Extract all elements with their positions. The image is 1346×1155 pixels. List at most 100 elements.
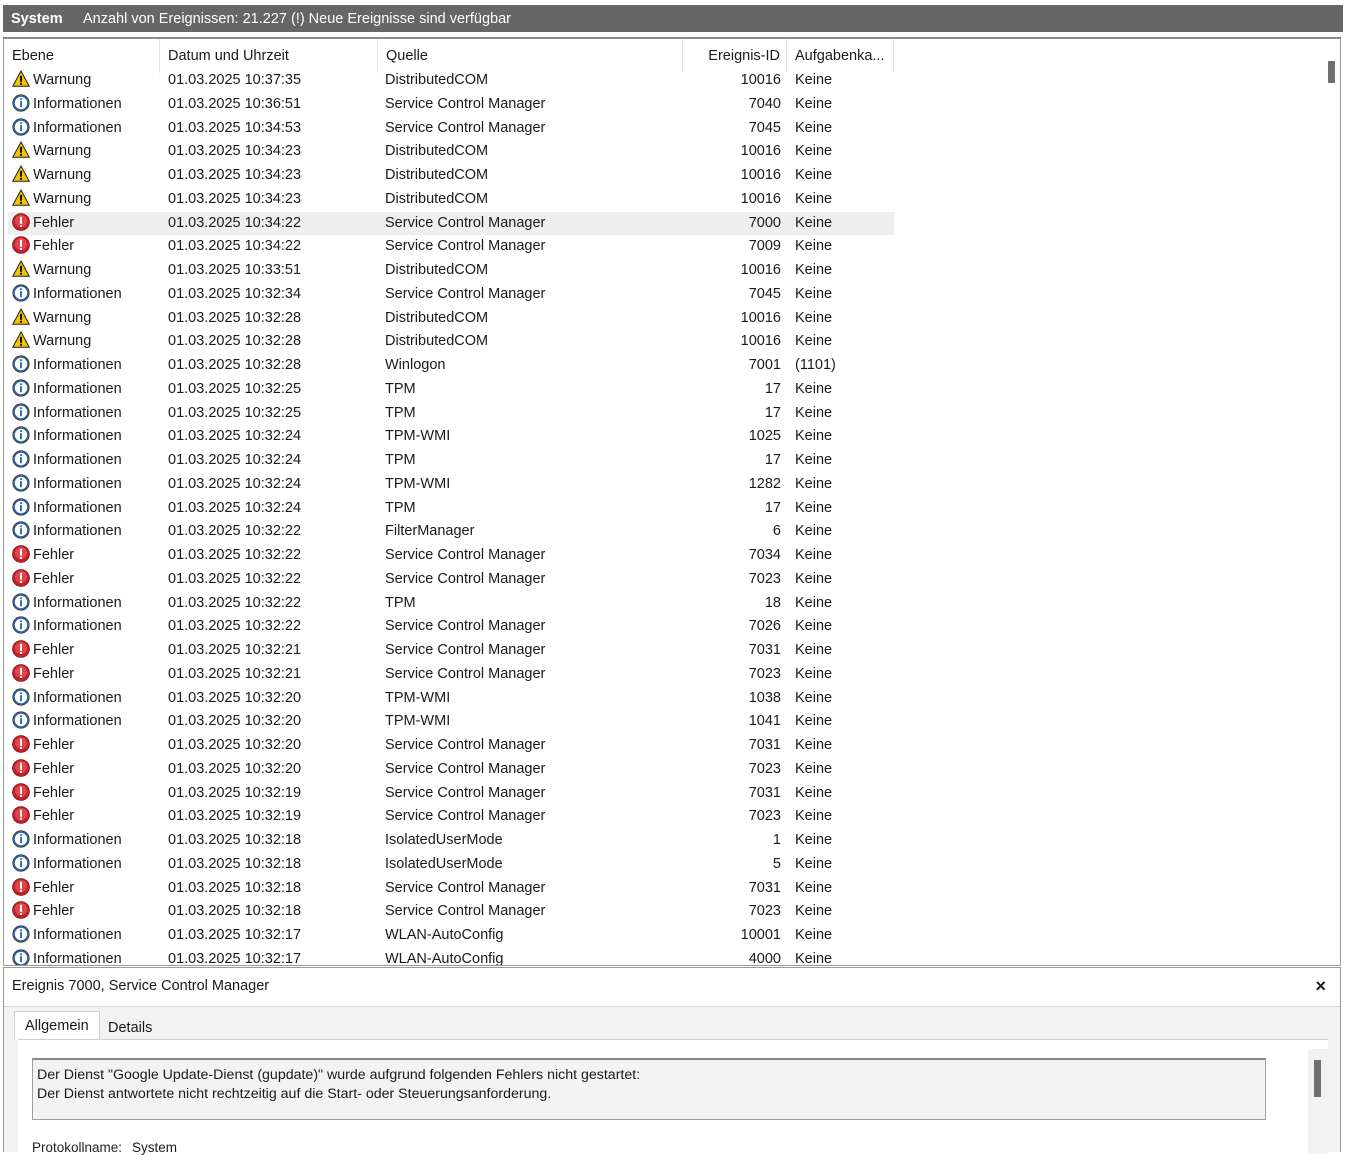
info-icon	[12, 426, 30, 445]
event-list-scrollbar[interactable]	[1320, 39, 1340, 965]
event-task-category: Keine	[795, 262, 833, 278]
event-level-text: Fehler	[33, 570, 75, 587]
event-source: DistributedCOM	[385, 190, 489, 207]
event-level-text: Warnung	[33, 167, 92, 183]
event-id: 18	[764, 594, 781, 611]
event-level: Warnung	[12, 140, 162, 164]
event-source: IsolatedUserMode	[385, 832, 503, 848]
event-row[interactable]: Fehler 01.03.2025 10:32:18 Service Control…	[4, 877, 1324, 901]
event-source: TPM	[385, 452, 416, 468]
column-header-task-category[interactable]: Aufgabenka...	[787, 39, 894, 73]
info-icon	[12, 118, 30, 136]
error-icon	[12, 236, 30, 255]
event-id: 7023	[748, 665, 781, 682]
event-level: Informationen	[12, 497, 162, 521]
event-level: Informationen	[12, 449, 162, 473]
event-row[interactable]: Informationen 01.03.2025 10:32:18 Isolated…	[4, 829, 1324, 853]
event-task-category: Keine	[795, 167, 833, 183]
event-row[interactable]: Informationen 01.03.2025 10:32:17 WLAN-Aut…	[4, 948, 1324, 966]
event-date: 01.03.2025 10:34:22	[168, 238, 302, 255]
event-level: Informationen	[12, 829, 162, 853]
event-date: 01.03.2025 10:37:35	[168, 72, 302, 88]
info-icon	[12, 854, 30, 872]
event-date: 01.03.2025 10:34:23	[168, 190, 302, 207]
warning-icon	[12, 165, 31, 183]
event-row[interactable]: Fehler 01.03.2025 10:32:18 Service Control…	[4, 900, 1324, 924]
event-list-header: Ebene Datum und Uhrzeit Quelle Ereignis-…	[4, 39, 1324, 73]
event-id: 10016	[740, 72, 781, 88]
event-row[interactable]: Warnung 01.03.2025 10:34:23 DistributedCOM…	[4, 164, 1324, 188]
info-icon	[12, 498, 30, 516]
event-row[interactable]: Warnung 01.03.2025 10:34:23 DistributedCOM…	[4, 140, 1324, 164]
event-task-category: Keine	[795, 594, 833, 611]
event-row[interactable]: Informationen 01.03.2025 10:34:53 Service …	[4, 117, 1324, 141]
column-header-event-id[interactable]: Ereignis-ID	[683, 39, 787, 73]
event-message[interactable]: Der Dienst "Google Update-Dienst (gupdat…	[32, 1058, 1266, 1120]
event-id: 4000	[748, 950, 781, 966]
protokollname-value[interactable]: System	[132, 1140, 177, 1155]
event-task-category: Keine	[795, 238, 833, 255]
event-level: Informationen	[12, 93, 162, 117]
event-task-category: Keine	[795, 547, 833, 563]
event-row[interactable]: Fehler 01.03.2025 10:34:22 Service Control…	[4, 235, 1324, 259]
event-date: 01.03.2025 10:32:17	[168, 950, 302, 966]
event-row[interactable]: Warnung 01.03.2025 10:34:23 DistributedCOM…	[4, 188, 1324, 212]
event-row[interactable]: Warnung 01.03.2025 10:37:35 DistributedCOM…	[4, 69, 1324, 93]
event-row[interactable]: Fehler 01.03.2025 10:34:22 Service Control…	[4, 211, 1324, 236]
close-icon[interactable]: ×	[1315, 976, 1326, 997]
event-row[interactable]: Informationen 01.03.2025 10:32:20 TPM-WMI 1…	[4, 710, 1324, 734]
event-row[interactable]: Informationen 01.03.2025 10:32:24 TPM 17 Kei…	[4, 497, 1324, 521]
event-row[interactable]: Fehler 01.03.2025 10:32:22 Service Control…	[4, 544, 1324, 568]
event-source: Service Control Manager	[385, 570, 546, 587]
event-level-text: Informationen	[33, 927, 122, 943]
event-row[interactable]: Informationen 01.03.2025 10:32:25 TPM 17 Kei…	[4, 402, 1324, 426]
event-row[interactable]: Fehler 01.03.2025 10:32:20 Service Control…	[4, 734, 1324, 758]
column-header-date[interactable]: Datum und Uhrzeit	[160, 39, 378, 73]
event-row[interactable]: Informationen 01.03.2025 10:32:24 TPM 17 Kei…	[4, 449, 1324, 473]
event-row[interactable]: Fehler 01.03.2025 10:32:19 Service Control…	[4, 782, 1324, 806]
event-row[interactable]: Fehler 01.03.2025 10:32:21 Service Control…	[4, 639, 1324, 663]
event-row[interactable]: Informationen 01.03.2025 10:32:28 Winlogon…	[4, 354, 1324, 378]
column-header-source[interactable]: Quelle	[378, 39, 683, 73]
event-row[interactable]: Warnung 01.03.2025 10:32:28 DistributedCOM…	[4, 330, 1324, 354]
event-id: 10016	[740, 143, 781, 160]
event-id: 17	[764, 380, 781, 397]
event-level-text: Fehler	[33, 808, 75, 825]
event-row[interactable]: Informationen 01.03.2025 10:32:17 WLAN-Aut…	[4, 924, 1324, 948]
event-level: Warnung	[12, 164, 162, 188]
event-row[interactable]: Fehler 01.03.2025 10:32:19 Service Control…	[4, 805, 1324, 829]
event-row[interactable]: Informationen 01.03.2025 10:32:22 FilterMa…	[4, 520, 1324, 544]
event-list[interactable]: Ebene Datum und Uhrzeit Quelle Ereignis-…	[3, 37, 1341, 966]
event-row[interactable]: Informationen 01.03.2025 10:32:34 Service …	[4, 283, 1324, 307]
event-row[interactable]: Fehler 01.03.2025 10:32:21 Service Control…	[4, 663, 1324, 687]
info-icon	[12, 830, 30, 848]
event-row[interactable]: Informationen 01.03.2025 10:32:22 Service …	[4, 615, 1324, 639]
log-title-bar: System Anzahl von Ereignissen: 21.227 (!…	[0, 0, 1346, 37]
event-task-category: Keine	[795, 737, 833, 753]
event-date: 01.03.2025 10:32:20	[168, 713, 302, 730]
event-row[interactable]: Fehler 01.03.2025 10:32:20 Service Control…	[4, 758, 1324, 782]
event-row[interactable]: Informationen 01.03.2025 10:36:51 Service …	[4, 93, 1324, 117]
detail-scrollbar-thumb[interactable]	[1314, 1060, 1321, 1097]
event-row[interactable]: Warnung 01.03.2025 10:32:28 DistributedCOM…	[4, 307, 1324, 331]
event-row[interactable]: Informationen 01.03.2025 10:32:22 TPM 18 Kei…	[4, 592, 1324, 616]
detail-scrollbar[interactable]	[1308, 1049, 1328, 1154]
tab-details[interactable]: Details	[98, 1014, 162, 1042]
info-icon	[12, 474, 30, 492]
tab-allgemein[interactable]: Allgemein	[14, 1011, 100, 1040]
event-row[interactable]: Warnung 01.03.2025 10:33:51 DistributedCOM…	[4, 259, 1324, 283]
event-source: Service Control Manager	[385, 760, 546, 777]
event-level-text: Informationen	[33, 950, 122, 966]
event-level-text: Fehler	[33, 737, 75, 753]
event-row[interactable]: Informationen 01.03.2025 10:32:18 Isolated…	[4, 853, 1324, 877]
event-count-status[interactable]: Anzahl von Ereignissen: 21.227 (!) Neue …	[83, 11, 511, 27]
event-row[interactable]: Informationen 01.03.2025 10:32:24 TPM-WMI 1…	[4, 425, 1324, 449]
event-row[interactable]: Informationen 01.03.2025 10:32:25 TPM 17 Kei…	[4, 378, 1324, 402]
event-row[interactable]: Fehler 01.03.2025 10:32:22 Service Control…	[4, 568, 1324, 592]
column-header-level[interactable]: Ebene	[4, 39, 160, 73]
event-source: Service Control Manager	[385, 808, 546, 825]
event-task-category: Keine	[795, 285, 833, 302]
scrollbar-thumb[interactable]	[1328, 61, 1335, 83]
event-row[interactable]: Informationen 01.03.2025 10:32:24 TPM-WMI 1…	[4, 473, 1324, 497]
event-row[interactable]: Informationen 01.03.2025 10:32:20 TPM-WMI 1…	[4, 687, 1324, 711]
